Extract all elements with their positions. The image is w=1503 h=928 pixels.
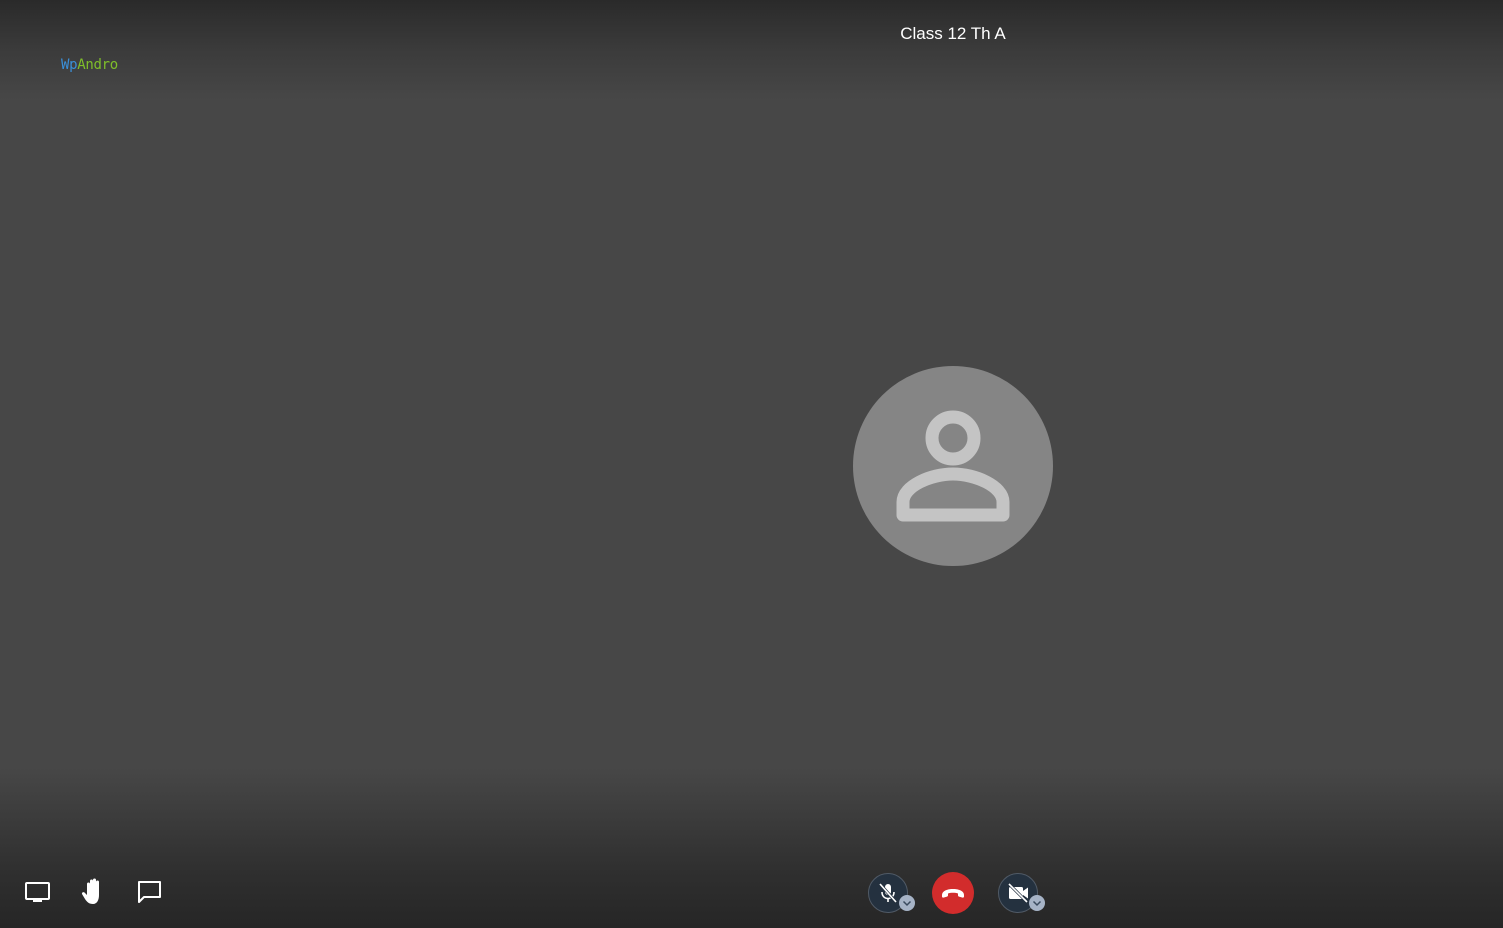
hand-icon bbox=[81, 878, 99, 904]
wpandro-logo: WpAndro bbox=[61, 55, 139, 75]
phone-hangup-icon bbox=[942, 889, 964, 898]
desktop-icon bbox=[25, 882, 50, 902]
hangup-button[interactable] bbox=[932, 872, 974, 914]
microphone-options-button[interactable] bbox=[899, 895, 915, 911]
raise-hand-button[interactable] bbox=[78, 876, 110, 908]
share-screen-button[interactable] bbox=[22, 876, 54, 908]
participant-avatar bbox=[853, 366, 1053, 566]
video-conference-stage: Class 12 Th A WpAndro bbox=[0, 0, 1503, 928]
meeting-title: Class 12 Th A bbox=[900, 24, 1006, 43]
chevron-down-icon bbox=[1032, 900, 1042, 907]
camera-options-button[interactable] bbox=[1029, 895, 1045, 911]
logo-part-andro: Andro bbox=[77, 57, 118, 73]
logo-part-wp: Wp bbox=[61, 57, 78, 73]
chat-icon bbox=[138, 881, 161, 903]
chat-button[interactable] bbox=[134, 876, 166, 908]
top-gradient bbox=[0, 0, 1503, 100]
call-controls bbox=[866, 871, 1056, 916]
person-icon bbox=[896, 410, 1010, 522]
bottom-gradient bbox=[0, 768, 1503, 928]
chevron-down-icon bbox=[902, 900, 912, 907]
